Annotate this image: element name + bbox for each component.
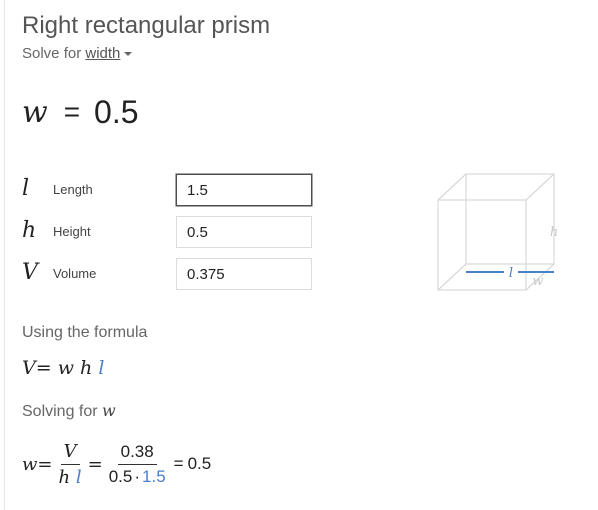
fraction1-den-h: h: [58, 466, 71, 488]
numeric-fraction: 0.38 0.5 · 1.5: [106, 442, 169, 487]
height-symbol: h: [22, 218, 37, 243]
formula-l: l: [98, 357, 105, 379]
volume-row: V Volume: [22, 258, 342, 290]
solving-prefix: Solving for: [22, 403, 98, 420]
solving-heading: Solving for w: [22, 401, 116, 421]
diagram-length-label: l: [509, 266, 513, 281]
height-input[interactable]: [176, 216, 312, 248]
fraction1-numerator: V: [60, 441, 80, 465]
solution-eq-mid: =: [87, 453, 103, 475]
solving-symbol: w: [102, 401, 116, 420]
symbolic-fraction: V h l: [56, 441, 85, 488]
result-symbol: w: [22, 94, 48, 130]
fraction2-numerator: 0.38: [117, 442, 157, 465]
solve-for-dropdown[interactable]: width: [85, 45, 133, 62]
height-label: Height: [53, 224, 91, 239]
result-equals: =: [63, 96, 81, 127]
length-row: l Length: [22, 174, 342, 206]
solution-eq: =: [37, 453, 53, 475]
volume-label: Volume: [53, 266, 97, 281]
formula-heading: Using the formula: [22, 324, 148, 341]
length-label: Length: [53, 182, 93, 197]
height-row: h Height: [22, 216, 342, 248]
solution-eq-final: =: [173, 454, 184, 473]
solution-lhs: w: [22, 453, 38, 475]
volume-symbol: V: [22, 260, 38, 285]
formula-lhs: V: [22, 357, 36, 379]
card-border: [4, 0, 5, 510]
fraction2-den-b: 1.5: [142, 466, 166, 486]
formula-expression: V= w h l: [22, 357, 104, 379]
formula-eq: =: [35, 357, 52, 379]
fraction2-den-a: 0.5: [108, 466, 133, 486]
prism-diagram: l h w: [437, 173, 558, 291]
solution-expression: w = V h l = 0.38 0.5 · 1.5 = 0.5: [22, 438, 211, 490]
fraction2-denominator: 0.5 · 1.5: [106, 465, 169, 487]
length-symbol: l: [22, 176, 30, 201]
caret-down-icon[interactable]: [124, 52, 133, 57]
solve-for-selected[interactable]: width: [85, 45, 120, 62]
solve-for-row: Solve for width: [22, 45, 133, 62]
diagram-width-label: w: [532, 274, 543, 289]
solution-result: 0.5: [187, 454, 212, 473]
fraction1-den-l: l: [75, 466, 82, 488]
result-value: 0.5: [94, 93, 139, 130]
multiply-dot: ·: [134, 466, 141, 486]
diagram-height-label: h: [550, 225, 558, 240]
volume-input[interactable]: [176, 258, 312, 290]
formula-w: w: [57, 357, 74, 379]
fraction1-denominator: h l: [56, 465, 85, 488]
formula-h: h: [80, 357, 93, 379]
calculator-title: Right rectangular prism: [22, 12, 271, 39]
result-display: w = 0.5: [22, 92, 139, 132]
solve-for-label: Solve for: [22, 45, 82, 62]
length-input[interactable]: [176, 174, 312, 206]
